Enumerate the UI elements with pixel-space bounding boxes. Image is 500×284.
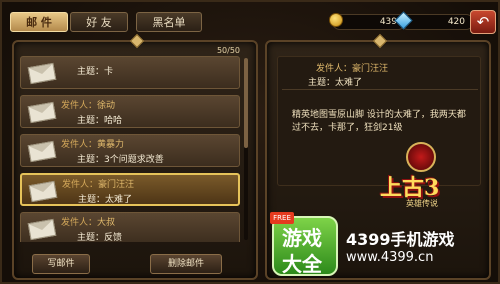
skull-emblem-icon (406, 142, 436, 172)
mail-sender: 发件人：黄暴力 (61, 140, 125, 150)
envelope-icon (27, 218, 57, 241)
gold-coin-icon (329, 13, 343, 27)
delete-mail-button[interactable]: 删除邮件 (150, 254, 222, 274)
mail-count: 50/50 (216, 46, 240, 55)
mail-subject: 主题：3个问题求改善 (77, 155, 164, 165)
watermark-title: 4399手机游戏 (346, 230, 455, 249)
mail-item[interactable]: 主题：卡 (20, 56, 240, 89)
watermark-url: www.4399.cn (346, 250, 434, 265)
game-screen: 邮 件 好 友 黑名单 439 420 ↶ 50/50 主题：卡 发件人：徐动 … (0, 0, 500, 284)
mail-list[interactable]: 主题：卡 发件人：徐动 主题：哈哈 发件人：黄暴力 主题：3个问题求改善 发件人… (20, 56, 240, 242)
mail-sender: 发件人：徐动 (61, 101, 116, 111)
game-box-badge: FREE 游戏 大全 (270, 212, 338, 276)
tab-friends[interactable]: 好 友 (70, 12, 128, 32)
mail-subject: 主题：哈哈 (77, 116, 123, 126)
detail-subject: 主题：太难了 (308, 78, 363, 88)
mail-subject: 主题：反馈 (77, 233, 123, 242)
detail-body: 精英地图雪原山脚 设计的太难了，我两天都过不去，卡那了，狂剑21级 (292, 110, 466, 133)
mail-item-selected[interactable]: 发件人：豪门汪汪 主题：太难了 (20, 173, 240, 206)
back-button[interactable]: ↶ (470, 10, 496, 34)
panel-ornament (372, 33, 388, 49)
envelope-icon (27, 140, 57, 163)
mail-list-panel: 50/50 主题：卡 发件人：徐动 主题：哈哈 发件人：黄暴力 主题：3个问题求… (12, 33, 258, 280)
gem-value: 420 (447, 17, 465, 27)
badge-line2: 大全 (282, 252, 322, 276)
envelope-icon (28, 180, 58, 203)
top-bar: 邮 件 好 友 黑名单 439 420 ↶ (8, 10, 496, 36)
write-mail-button[interactable]: 写邮件 (32, 254, 90, 274)
mail-sender: 发件人：大叔 (61, 218, 116, 228)
mail-item[interactable]: 发件人：大叔 主题：反馈 (20, 212, 240, 242)
mail-item[interactable]: 发件人：徐动 主题：哈哈 (20, 95, 240, 128)
divider (282, 89, 478, 90)
detail-sender: 发件人：豪门汪汪 (316, 64, 389, 74)
mail-list-scrollbar[interactable] (244, 58, 248, 240)
badge-line1: 游戏 (282, 226, 322, 250)
mail-item[interactable]: 发件人：黄暴力 主题：3个问题求改善 (20, 134, 240, 167)
game-logo: 上古3 英雄传说 (366, 138, 476, 214)
gem-counter: 420 (394, 11, 474, 30)
back-arrow-icon: ↶ (476, 13, 490, 31)
tab-mail[interactable]: 邮 件 (10, 12, 68, 32)
tab-blacklist[interactable]: 黑名单 (136, 12, 202, 32)
panel-ornament (129, 33, 145, 49)
scroll-thumb[interactable] (244, 58, 248, 148)
game-logo-subtitle: 英雄传说 (406, 199, 438, 208)
envelope-icon (27, 62, 57, 85)
mail-subject: 主题：卡 (77, 67, 114, 77)
mail-sender: 发件人：豪门汪汪 (62, 180, 135, 190)
envelope-icon (27, 101, 57, 124)
mail-subject: 主题：太难了 (78, 195, 133, 205)
